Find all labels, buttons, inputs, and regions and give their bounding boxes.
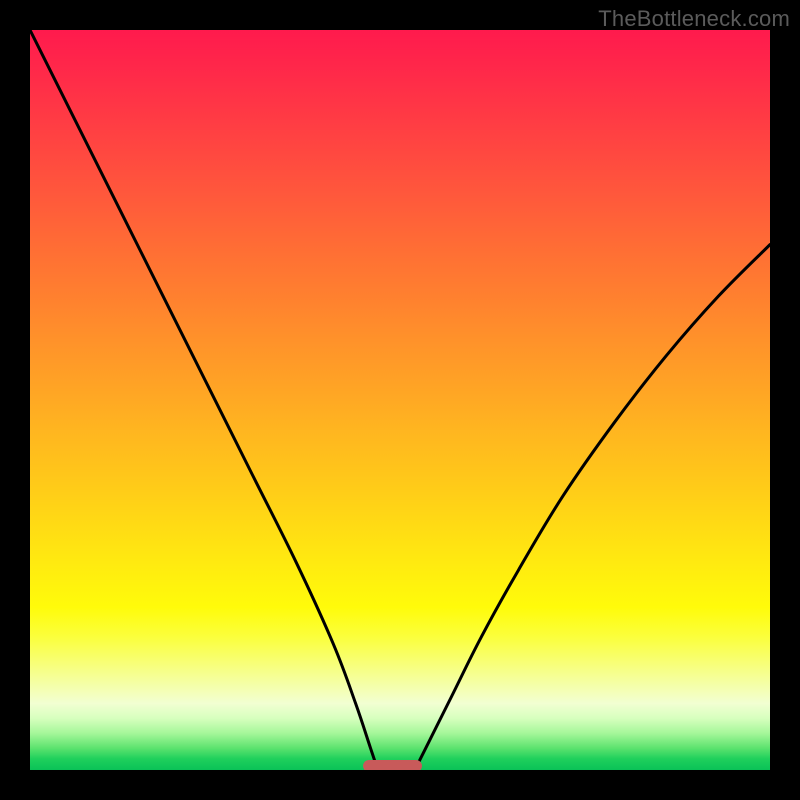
plot-area (30, 30, 770, 770)
optimal-range-bar (363, 760, 422, 770)
right-curve (415, 245, 770, 770)
outer-border: TheBottleneck.com (0, 0, 800, 800)
left-curve (30, 30, 378, 770)
watermark-text: TheBottleneck.com (598, 6, 790, 32)
curve-layer (30, 30, 770, 770)
